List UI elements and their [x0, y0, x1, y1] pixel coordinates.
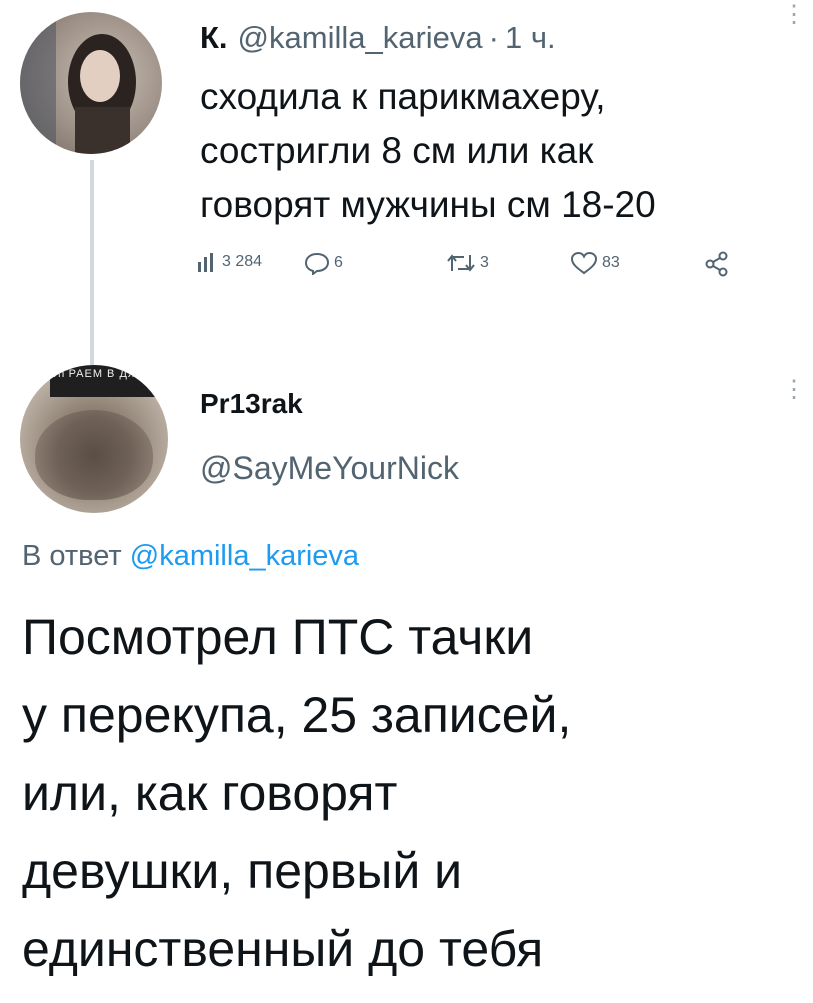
- like-button[interactable]: 83: [570, 251, 620, 275]
- thread-connector-line: [90, 160, 94, 365]
- avatar-pr13rak[interactable]: ИГРАЕМ В ДЖОЙ: [20, 365, 168, 513]
- reposts-count: 3: [480, 254, 489, 271]
- tweet1-separator: ·: [488, 20, 499, 55]
- tweet1-handle[interactable]: @kamilla_karieva: [238, 20, 483, 55]
- tweet2-more-icon[interactable]: ⋮: [782, 378, 806, 402]
- avatar-badge: ИГРАЕМ В ДЖОЙ: [50, 365, 160, 397]
- repost-button[interactable]: 3: [446, 251, 489, 275]
- reply-handle-link[interactable]: @kamilla_karieva: [130, 540, 359, 572]
- reply-prefix: В ответ: [22, 540, 122, 572]
- likes-count: 83: [602, 254, 620, 271]
- tweet1-more-icon[interactable]: ⋮: [782, 3, 806, 27]
- tweet2-text: Посмотрел ПТС тачки у перекупа, 25 запис…: [22, 609, 572, 977]
- tweet1-text: сходила к парикмахеру, состригли 8 см ил…: [200, 76, 656, 225]
- reply-button[interactable]: 6: [304, 251, 343, 275]
- views-count: 3 284: [222, 253, 263, 270]
- views-button[interactable]: 3 284: [196, 251, 262, 273]
- speech-bubble-icon: [304, 252, 330, 275]
- tweet2-display-name[interactable]: Pr13rak: [200, 388, 303, 420]
- avatar-kamilla[interactable]: [20, 12, 162, 154]
- tweet1-display-name[interactable]: К.: [200, 20, 228, 55]
- share-icon: [705, 251, 728, 277]
- replies-count: 6: [334, 254, 343, 271]
- avatar-image-blob: [35, 410, 153, 500]
- reply-context: В ответ @kamilla_karieva: [22, 540, 359, 573]
- tweet2-handle[interactable]: @SayMeYourNick: [200, 450, 459, 487]
- tweet1-time[interactable]: 1 ч.: [505, 20, 556, 55]
- bar-chart-icon: [198, 253, 213, 272]
- tweet1-header: К. @kamilla_karieva · 1 ч.: [200, 20, 556, 56]
- heart-icon: [570, 251, 598, 275]
- share-button[interactable]: [704, 251, 730, 277]
- tweet1-actions: 3 284 6 3 83: [196, 251, 756, 283]
- repost-arrows-icon: [447, 254, 475, 272]
